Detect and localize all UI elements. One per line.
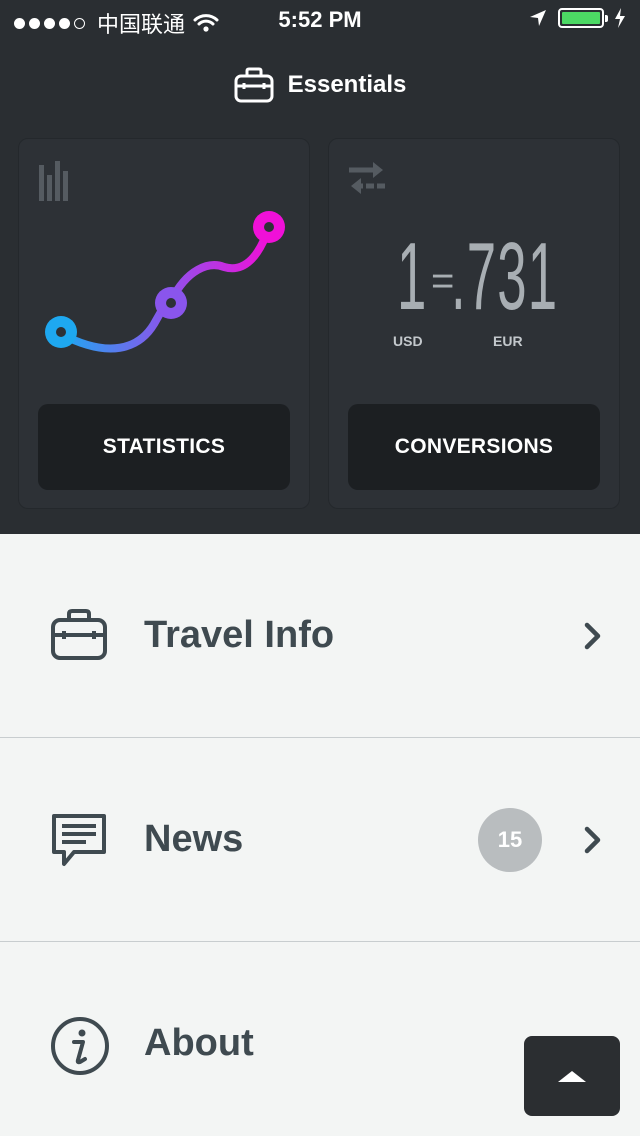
- header-title: Essentials: [0, 60, 640, 110]
- speech-bubble-icon: [52, 814, 106, 866]
- battery-icon: [558, 8, 608, 28]
- statistics-graph: [45, 211, 285, 353]
- conversions-button[interactable]: CONVERSIONS: [348, 404, 600, 490]
- info-icon: [51, 1017, 109, 1075]
- conversion-readout: 1 = .731 USD EUR: [329, 229, 621, 359]
- dashboard-header: 中国联通 5:52 PM Essentials STATISTICS 1 = .…: [0, 0, 640, 534]
- charging-bolt-icon: [615, 8, 625, 28]
- list-item-travel-info[interactable]: Travel Info: [0, 534, 640, 738]
- conversion-rate: .731: [451, 223, 559, 330]
- briefcase-icon: [234, 67, 274, 103]
- swap-arrows-icon: [349, 162, 385, 194]
- conversions-card[interactable]: 1 = .731 USD EUR CONVERSIONS: [328, 138, 620, 509]
- to-currency: EUR: [493, 333, 523, 349]
- scroll-to-top-button[interactable]: [524, 1036, 620, 1116]
- location-arrow-icon: [530, 10, 546, 26]
- status-bar: 中国联通 5:52 PM: [0, 0, 640, 40]
- chevron-right-icon: [584, 826, 601, 854]
- page-title: Essentials: [287, 71, 407, 98]
- briefcase-icon: [51, 609, 107, 660]
- list-item-label: About: [144, 1022, 254, 1064]
- list-item-label: Travel Info: [144, 614, 335, 656]
- caret-up-icon: [558, 1071, 586, 1082]
- news-count-badge: 15: [478, 808, 542, 872]
- statistics-button[interactable]: STATISTICS: [38, 404, 290, 490]
- from-currency: USD: [393, 333, 423, 349]
- chevron-right-icon: [584, 622, 601, 650]
- conversion-from-amount: 1: [397, 223, 427, 330]
- list-item-label: News: [144, 818, 244, 860]
- statistics-card[interactable]: STATISTICS: [18, 138, 310, 509]
- list-item-news[interactable]: News 15: [0, 738, 640, 942]
